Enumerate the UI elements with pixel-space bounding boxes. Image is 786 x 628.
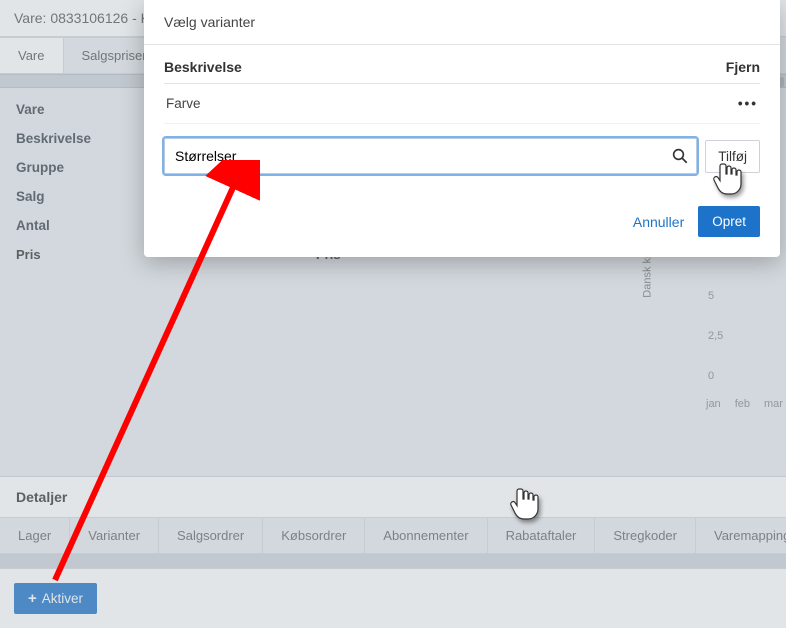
variant-modal: Vælg varianter Beskrivelse Fjern Farve •…	[144, 0, 780, 257]
label-antal: Antal	[16, 218, 50, 233]
modal-column-headers: Beskrivelse Fjern	[164, 59, 760, 84]
label-beskrivelse: Beskrivelse	[16, 131, 91, 146]
label-pris-1: Pris	[16, 247, 41, 262]
tab-varemapping[interactable]: Varemapping	[695, 518, 786, 553]
page-title: Vare: 0833106126 - K	[14, 10, 150, 26]
chart-ylabel: Dansk kr	[642, 254, 654, 297]
modal-footer: Annuller Opret	[144, 184, 780, 257]
modal-title: Vælg varianter	[144, 0, 780, 45]
variant-search-input[interactable]	[164, 138, 697, 174]
tab-stregkoder[interactable]: Stregkoder	[594, 518, 695, 553]
variant-row-farve: Farve •••	[164, 84, 760, 124]
details-header: Detaljer	[0, 477, 786, 518]
chart-tick-0: 0	[708, 370, 714, 382]
annuller-button[interactable]: Annuller	[633, 214, 684, 230]
label-vare: Vare	[16, 102, 45, 117]
plus-icon: +	[28, 591, 37, 606]
row-actions-menu[interactable]: •••	[738, 96, 758, 111]
modal-body: Beskrivelse Fjern Farve ••• Tilføj	[144, 45, 780, 184]
tab-vare[interactable]: Vare	[0, 37, 64, 73]
opret-button[interactable]: Opret	[698, 206, 760, 237]
chart-tick-5: 5	[708, 290, 714, 302]
aktiver-label: Aktiver	[42, 591, 83, 606]
col-beskrivelse: Beskrivelse	[164, 59, 242, 75]
variant-search-wrap	[164, 138, 697, 174]
chart-months: jan feb mar	[706, 398, 783, 410]
label-gruppe: Gruppe	[16, 160, 64, 175]
label-salg: Salg	[16, 189, 45, 204]
tab-varianter[interactable]: Varianter	[69, 518, 158, 553]
details-tabs: Lager Varianter Salgsordrer Købsordrer A…	[0, 518, 786, 554]
tab-kobsordrer[interactable]: Købsordrer	[262, 518, 364, 553]
hscroll-bottom[interactable]	[0, 554, 786, 568]
tab-rabataftaler[interactable]: Rabataftaler	[487, 518, 595, 553]
chart-tick-2-5: 2,5	[708, 330, 723, 342]
aktiver-button[interactable]: + Aktiver	[14, 583, 97, 614]
chart-fragment: Dansk kr 5 2,5 0 jan feb mar	[646, 230, 786, 460]
variant-name: Farve	[166, 96, 201, 111]
footer-bar: + Aktiver	[0, 568, 786, 628]
variant-add-row: Tilføj	[164, 138, 760, 174]
tab-lager[interactable]: Lager	[0, 518, 69, 553]
details-section: Detaljer Lager Varianter Salgsordrer Køb…	[0, 476, 786, 568]
tab-salgsordrer[interactable]: Salgsordrer	[158, 518, 262, 553]
tab-abonnementer[interactable]: Abonnementer	[364, 518, 486, 553]
col-fjern: Fjern	[726, 59, 760, 75]
tilfoj-button[interactable]: Tilføj	[705, 140, 760, 173]
